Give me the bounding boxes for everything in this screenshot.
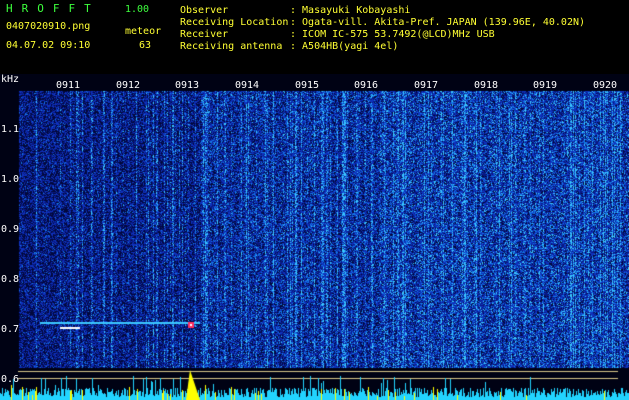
x-tick-label: 0915 — [295, 80, 320, 91]
receiver-value: : ICOM IC-575 53.7492(@LCD)MHz USB — [290, 29, 495, 40]
antenna-value: : A504HB(yagi 4el) — [290, 41, 399, 52]
x-tick-label: 0911 — [56, 80, 81, 91]
location-label: Receiving Location — [180, 17, 289, 28]
y-tick-label: 0.6 — [1, 374, 20, 385]
y-tick-label: 0.7 — [1, 324, 20, 335]
x-tick-label: 0913 — [175, 80, 200, 91]
y-tick-label: 0.8 — [1, 274, 20, 285]
meteor-label: meteor — [125, 26, 162, 37]
app-title: HROFFT — [6, 2, 100, 15]
location-value: : Ogata-vill. Akita-Pref. JAPAN (139.96E… — [290, 17, 586, 28]
x-tick-label: 0917 — [414, 80, 439, 91]
x-tick-label: 0914 — [235, 80, 260, 91]
y-tick-label: 1.0 — [1, 174, 20, 185]
version-label: 1.00 — [125, 4, 150, 15]
spectrogram-canvas — [0, 74, 629, 400]
meteor-count: 63 — [139, 40, 152, 51]
filename-label: 0407020910.png — [6, 21, 91, 32]
observer-value: : Masayuki Kobayashi — [290, 5, 411, 16]
header-panel: HROFFT 1.00 0407020910.png meteor 04.07.… — [0, 0, 629, 74]
y-tick-label: 0.9 — [1, 224, 20, 235]
x-tick-label: 0919 — [533, 80, 558, 91]
x-tick-label: 0916 — [354, 80, 379, 91]
receiver-label: Receiver — [180, 29, 229, 40]
x-tick-label: 0920 — [593, 80, 618, 91]
observer-label: Observer — [180, 5, 229, 16]
datetime-label: 04.07.02 09:10 — [6, 40, 91, 51]
y-tick-label: 1.1 — [1, 124, 20, 135]
antenna-label: Receiving antenna — [180, 41, 283, 52]
x-tick-label: 0912 — [116, 80, 141, 91]
y-axis-unit: kHz — [1, 74, 20, 85]
x-tick-label: 0918 — [474, 80, 499, 91]
